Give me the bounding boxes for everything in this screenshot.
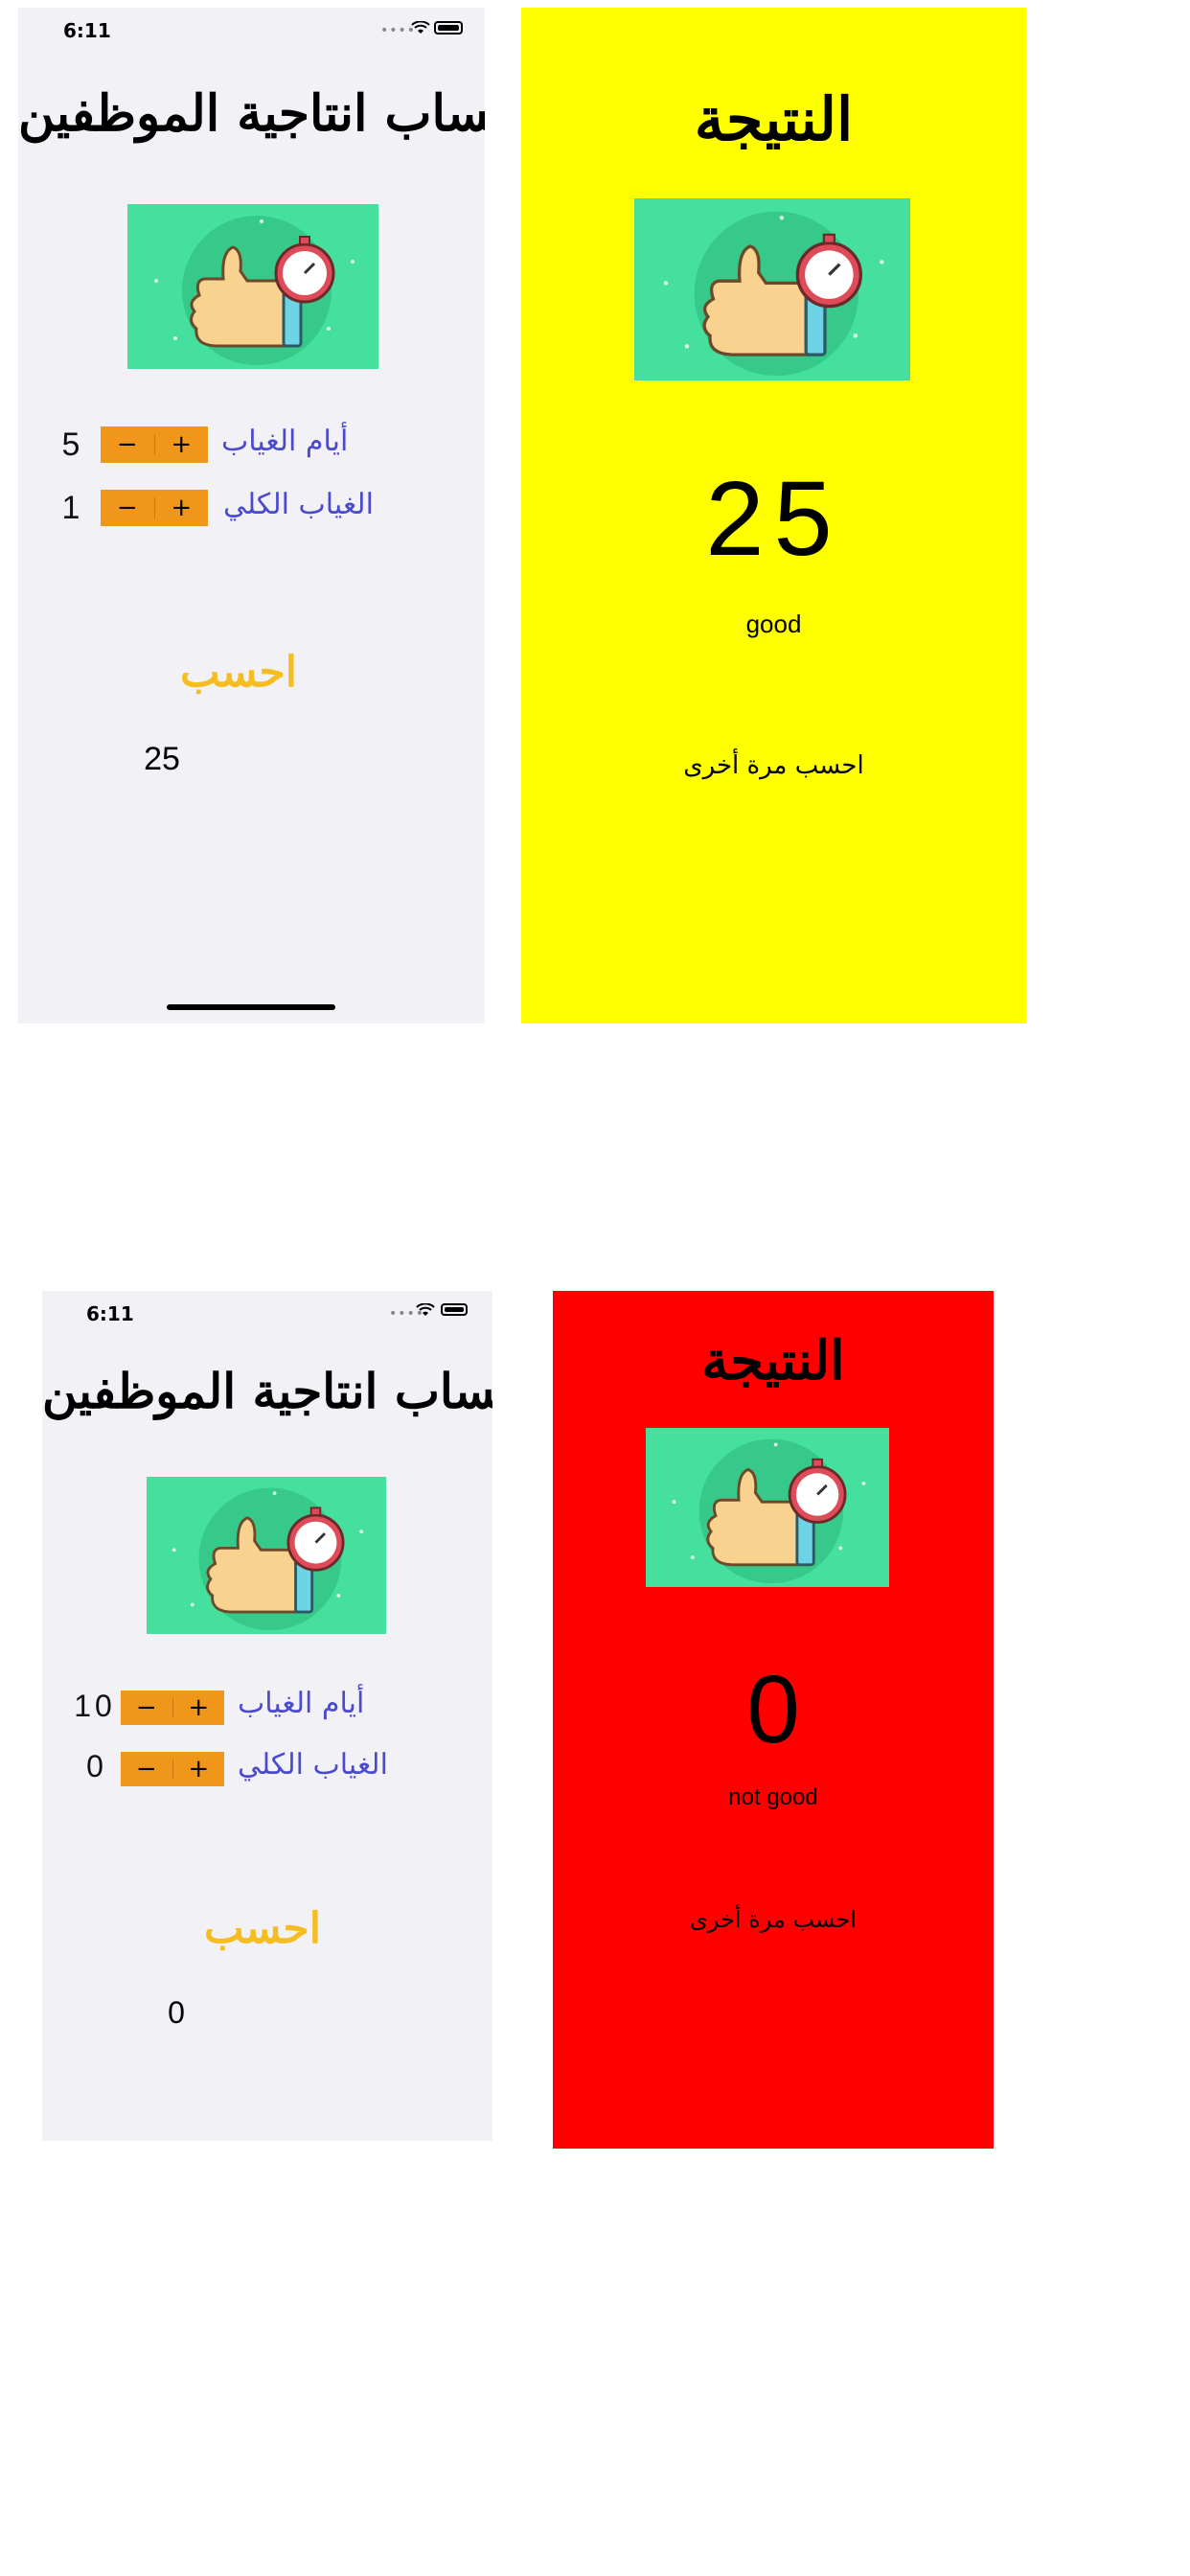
thumbs-up-stopwatch-icon [663, 211, 884, 377]
thumbs-up-stopwatch-icon [172, 1487, 364, 1631]
increment-button[interactable]: + [173, 1752, 225, 1786]
calculate-again-button[interactable]: احسب مرة أخرى [521, 751, 1026, 780]
thumbs-up-stopwatch-icon [154, 216, 355, 365]
status-time: 6:11 [63, 19, 111, 42]
absence-days-value: 10 [74, 1689, 116, 1723]
absence-days-stepper[interactable]: − + [121, 1690, 224, 1725]
home-indicator [167, 1004, 335, 1010]
decrement-button[interactable]: − [101, 426, 154, 463]
result-screen-not-good: النتيجة 0 not good احسب مرة أخرى [553, 1291, 994, 2149]
total-absence-value: 1 [61, 490, 80, 526]
result-number: 25 [705, 460, 842, 578]
absence-days-label: أيام الغياب [238, 1687, 365, 1720]
total-absence-stepper[interactable]: − + [121, 1752, 224, 1786]
decrement-button[interactable]: − [101, 490, 154, 526]
decrement-button[interactable]: − [121, 1690, 172, 1725]
page-title: حساب انتاجية الموظفين [42, 1363, 492, 1419]
calculate-button[interactable]: احسب [195, 1904, 330, 1953]
increment-button[interactable]: + [155, 426, 209, 463]
calculator-screen-1: 6:11 •••• حساب انتاجية الموظفين 5 − + أي… [18, 8, 485, 1024]
calculator-screen-2: 6:11 •••• حساب انتاجية الموظفين 10 − + أ… [42, 1291, 492, 2141]
productivity-image [147, 1477, 386, 1634]
result-status: good [745, 610, 802, 638]
total-absence-stepper[interactable]: − + [101, 490, 208, 526]
wifi-icon [411, 21, 430, 34]
result-title: النتيجة [701, 1329, 845, 1392]
result-value: 0 [168, 1995, 185, 2030]
result-screen-good: النتيجة 25 good احسب مرة أخرى [521, 8, 1026, 1024]
productivity-image [646, 1428, 889, 1587]
result-status: not good [728, 1784, 818, 1810]
page-title: حساب انتاجية الموظفين [18, 84, 485, 143]
status-time: 6:11 [86, 1302, 134, 1325]
battery-icon [434, 21, 463, 34]
productivity-image [127, 204, 378, 369]
total-absence-value: 0 [86, 1749, 103, 1783]
result-value: 25 [144, 741, 180, 777]
total-absence-label: الغياب الكلي [223, 488, 374, 521]
calculate-again-button[interactable]: احسب مرة أخرى [553, 1906, 994, 1933]
decrement-button[interactable]: − [121, 1752, 172, 1786]
increment-button[interactable]: + [173, 1690, 225, 1725]
thumbs-up-stopwatch-icon [672, 1438, 866, 1584]
total-absence-label: الغياب الكلي [238, 1748, 388, 1782]
absence-days-stepper[interactable]: − + [101, 426, 208, 463]
calculate-button[interactable]: احسب [172, 648, 306, 697]
absence-days-value: 5 [61, 426, 80, 463]
increment-button[interactable]: + [155, 490, 209, 526]
result-title: النتيجة [694, 84, 854, 154]
result-number: 0 [746, 1656, 800, 1763]
productivity-image [634, 198, 910, 380]
battery-icon [441, 1303, 468, 1316]
absence-days-label: أيام الغياب [221, 425, 349, 458]
wifi-icon [416, 1303, 435, 1316]
